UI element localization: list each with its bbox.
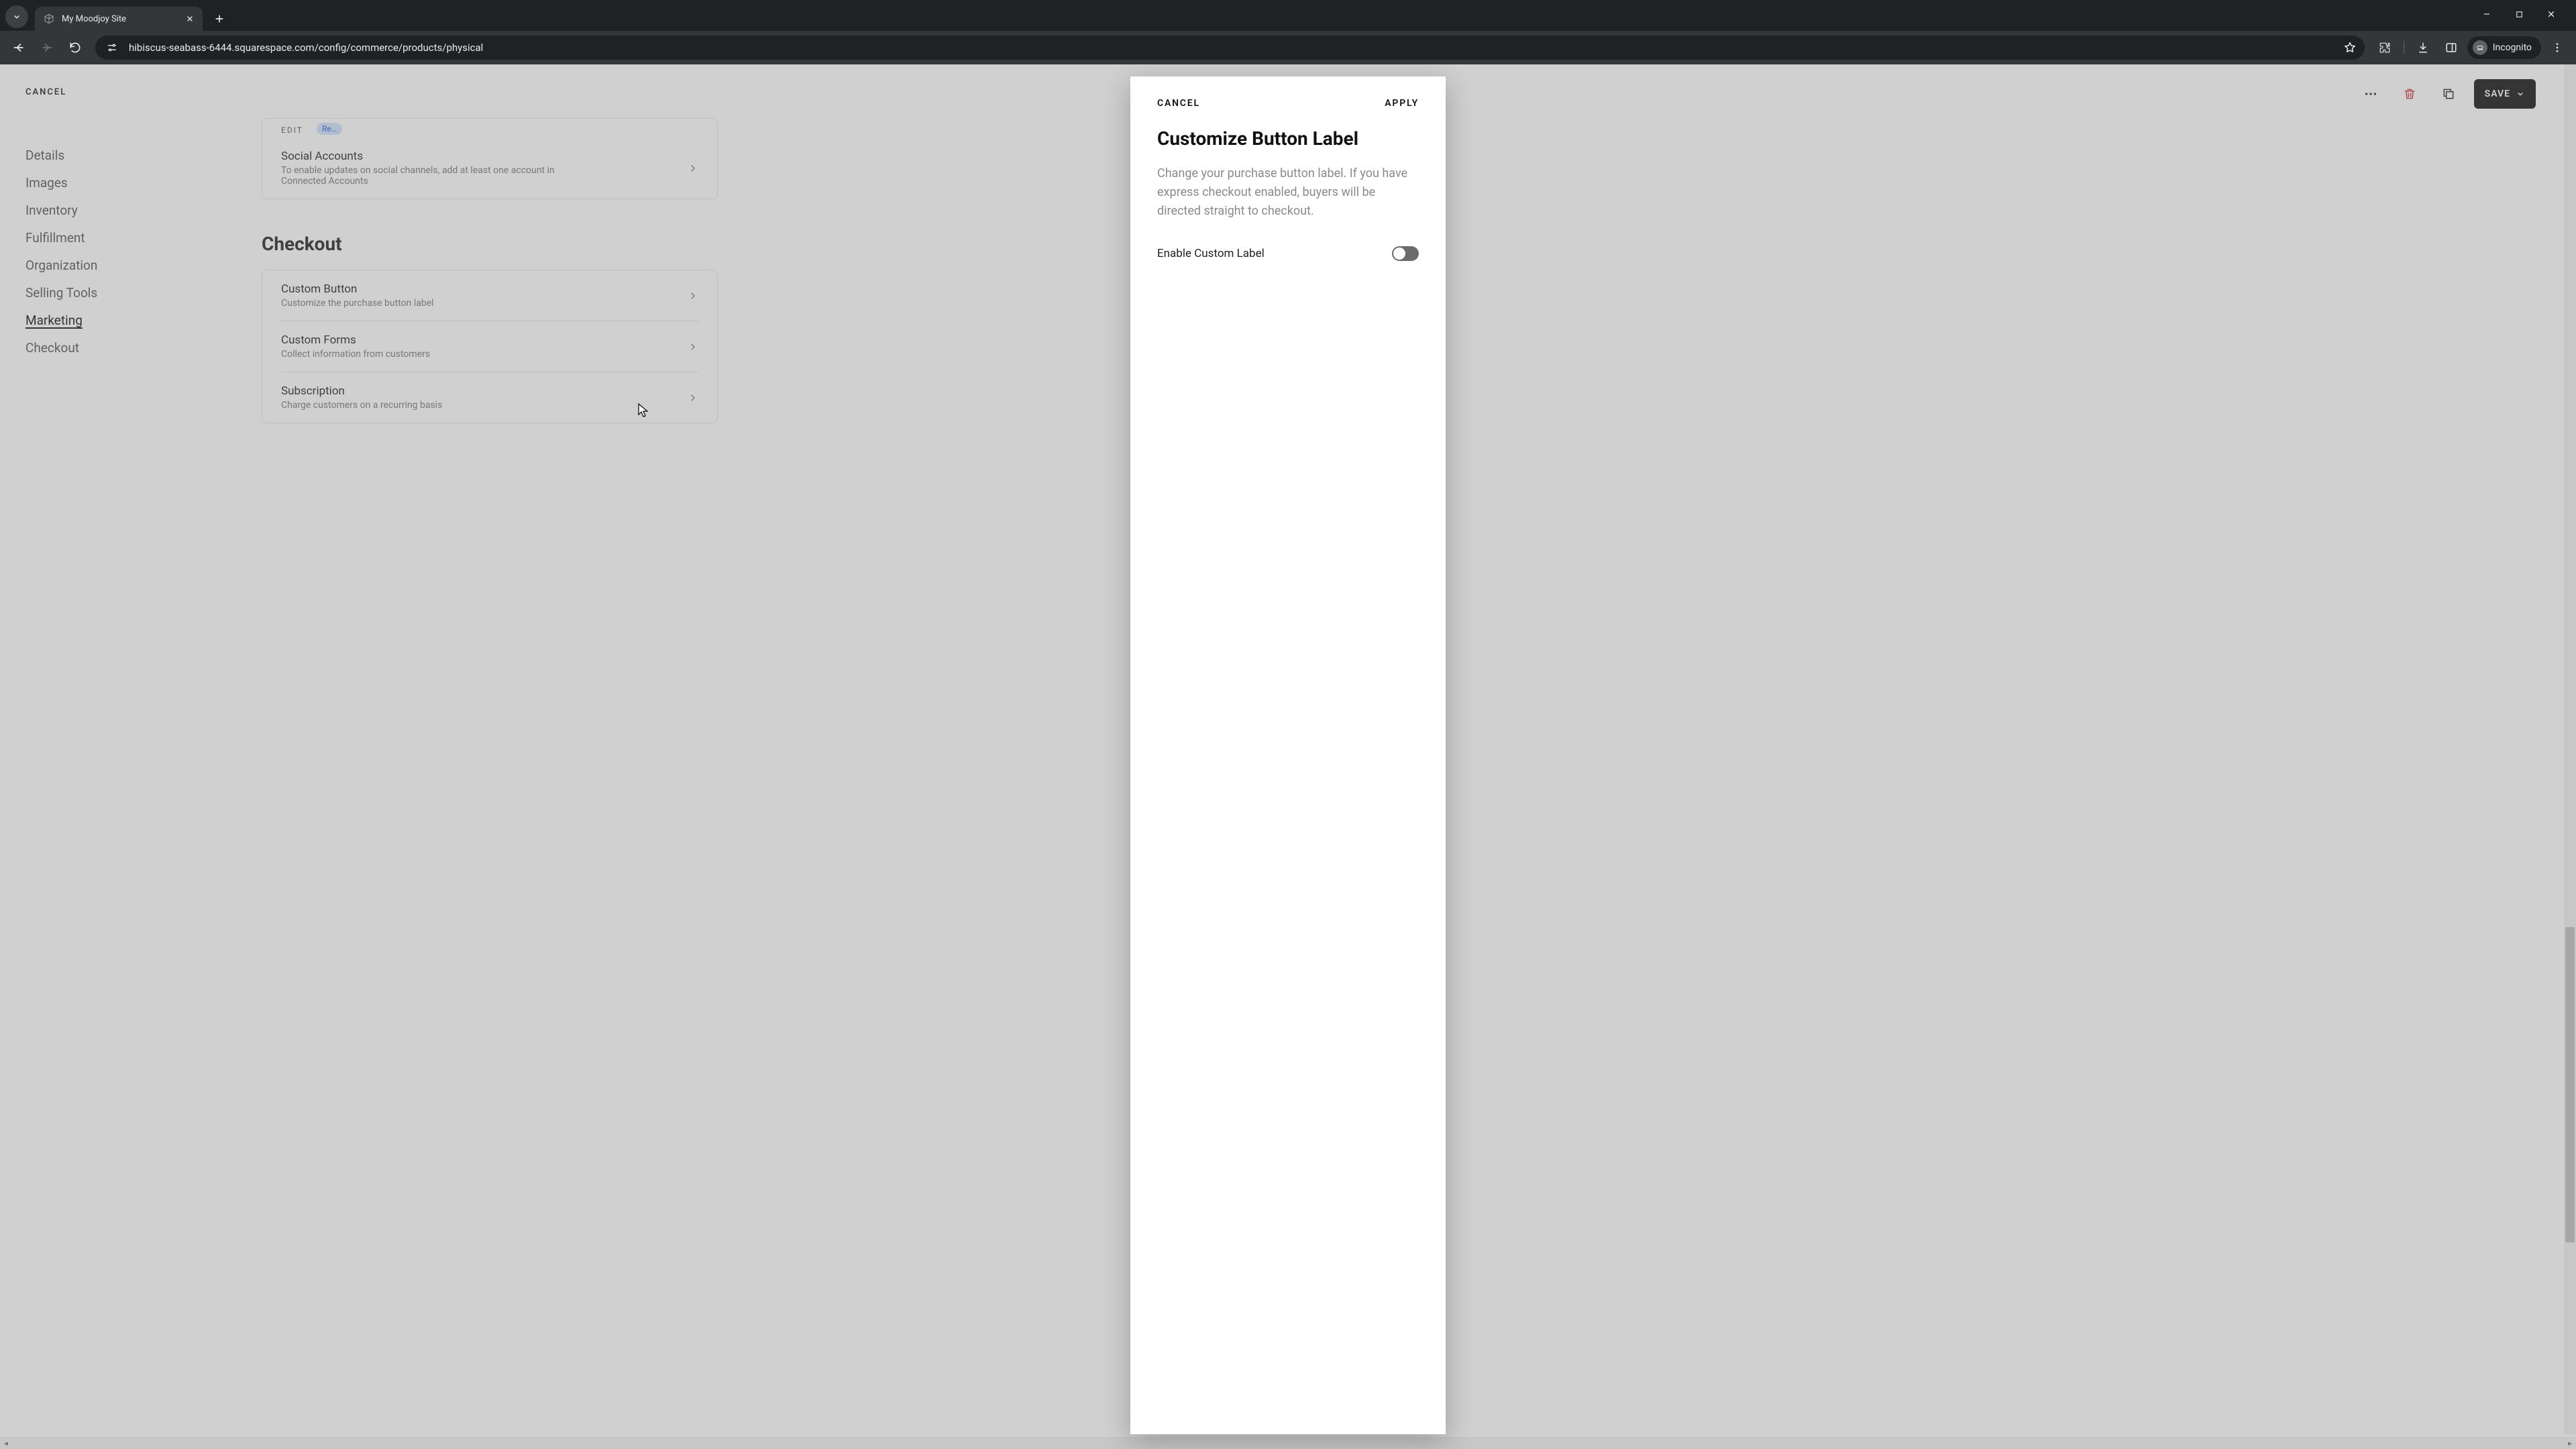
maximize-icon xyxy=(2515,10,2524,19)
chevron-right-icon xyxy=(688,163,698,174)
trash-icon xyxy=(2403,87,2416,101)
modal-apply-button[interactable]: APPLY xyxy=(1385,98,1419,109)
settings-row-custom-button[interactable]: Custom Button Customize the purchase butt… xyxy=(281,270,698,321)
row-subtitle: Charge customers on a recurring basis xyxy=(281,400,688,411)
plus-icon xyxy=(214,13,225,24)
row-title: Custom Forms xyxy=(281,333,688,347)
puzzle-icon xyxy=(2379,42,2391,54)
customize-button-label-modal: CANCEL APPLY Customize Button Label Chan… xyxy=(1130,76,1446,1434)
tab-close-button[interactable] xyxy=(184,13,196,25)
toggle-knob xyxy=(1393,248,1405,260)
download-icon xyxy=(2417,42,2429,54)
row-title: Custom Button xyxy=(281,282,688,296)
sidebar-item-selling-tools[interactable]: Selling Tools xyxy=(25,279,262,307)
extensions-button[interactable] xyxy=(2373,36,2397,60)
sidebar-item-inventory[interactable]: Inventory xyxy=(25,197,262,224)
incognito-indicator[interactable]: Incognito xyxy=(2467,36,2541,59)
horizontal-scrollbar[interactable]: ◂ ▸ xyxy=(0,1437,2576,1449)
window-close-button[interactable] xyxy=(2541,4,2561,24)
tab-search-dropdown[interactable] xyxy=(5,5,28,28)
ellipsis-icon xyxy=(2363,87,2378,101)
chevron-right-icon xyxy=(688,341,698,352)
url-text: hibiscus-seabass-6444.squarespace.com/co… xyxy=(129,42,2338,54)
duplicate-button[interactable] xyxy=(2435,80,2462,107)
sidebar-item-details[interactable]: Details xyxy=(25,142,262,169)
close-icon xyxy=(186,15,194,23)
sidebar-item-checkout[interactable]: Checkout xyxy=(25,334,262,362)
window-maximize-button[interactable] xyxy=(2509,4,2529,24)
address-bar[interactable]: hibiscus-seabass-6444.squarespace.com/co… xyxy=(95,36,2365,60)
modal-cancel-button[interactable]: CANCEL xyxy=(1157,98,1200,109)
vertical-scrollbar[interactable] xyxy=(2564,64,2576,1434)
browser-tab-title: My Moodjoy Site xyxy=(62,14,178,24)
side-panel-button[interactable] xyxy=(2439,36,2463,60)
site-info-button[interactable] xyxy=(103,39,121,56)
sidebar-item-fulfillment[interactable]: Fulfillment xyxy=(25,224,262,252)
delete-button[interactable] xyxy=(2396,80,2423,107)
edit-stub: EDIT xyxy=(281,125,303,135)
chevron-down-icon xyxy=(2516,89,2525,99)
save-button-label: SAVE xyxy=(2485,89,2510,99)
row-title: Subscription xyxy=(281,384,688,398)
nav-forward-button[interactable] xyxy=(35,36,59,60)
new-tab-button[interactable] xyxy=(209,9,229,29)
row-title: Social Accounts xyxy=(281,150,688,163)
incognito-label: Incognito xyxy=(2493,42,2532,53)
star-icon xyxy=(2343,41,2357,54)
close-icon xyxy=(2546,9,2556,19)
scrollbar-thumb[interactable] xyxy=(2565,927,2575,1242)
nav-reload-button[interactable] xyxy=(63,36,87,60)
row-subtitle: Customize the purchase button label xyxy=(281,298,688,309)
more-actions-button[interactable] xyxy=(2357,80,2384,107)
sidebar-item-marketing[interactable]: Marketing xyxy=(25,307,262,334)
cube-icon xyxy=(43,13,55,25)
arrow-left-icon xyxy=(12,41,25,54)
scroll-left-arrow[interactable]: ◂ xyxy=(2,1439,10,1448)
badge-stub: Re… xyxy=(317,123,342,135)
enable-custom-label-toggle[interactable] xyxy=(1392,246,1419,261)
sidebar-item-images[interactable]: Images xyxy=(25,169,262,197)
panel-icon xyxy=(2445,42,2457,54)
chevron-right-icon xyxy=(688,392,698,403)
minimize-icon xyxy=(2482,9,2491,19)
kebab-icon xyxy=(2551,42,2563,54)
browser-menu-button[interactable] xyxy=(2545,36,2569,60)
save-button[interactable]: SAVE xyxy=(2474,79,2536,109)
page-cancel-button[interactable]: CANCEL xyxy=(25,87,262,97)
incognito-icon xyxy=(2473,40,2487,55)
browser-tab-strip: My Moodjoy Site xyxy=(0,0,2576,31)
duplicate-icon xyxy=(2442,87,2455,101)
toggle-label: Enable Custom Label xyxy=(1157,247,1265,260)
modal-description: Change your purchase button label. If yo… xyxy=(1157,164,1419,221)
social-accounts-row[interactable]: Social Accounts To enable updates on soc… xyxy=(281,138,698,199)
window-minimize-button[interactable] xyxy=(2477,4,2497,24)
row-subtitle: Collect information from customers xyxy=(281,349,688,360)
downloads-button[interactable] xyxy=(2411,36,2435,60)
settings-row-subscription[interactable]: Subscription Charge customers on a recurr… xyxy=(281,372,698,423)
nav-back-button[interactable] xyxy=(7,36,31,60)
sidebar-item-organization[interactable]: Organization xyxy=(25,252,262,279)
modal-title: Customize Button Label xyxy=(1157,127,1419,150)
browser-tab[interactable]: My Moodjoy Site xyxy=(35,7,203,31)
reload-icon xyxy=(68,41,82,54)
tune-icon xyxy=(107,42,117,53)
arrow-right-icon xyxy=(40,41,54,54)
bookmark-button[interactable] xyxy=(2343,41,2357,54)
scroll-right-arrow[interactable]: ▸ xyxy=(2566,1439,2574,1448)
browser-toolbar: hibiscus-seabass-6444.squarespace.com/co… xyxy=(0,31,2576,64)
row-subtitle: To enable updates on social channels, ad… xyxy=(281,165,688,186)
settings-row-custom-forms[interactable]: Custom Forms Collect information from cus… xyxy=(281,321,698,372)
chevron-right-icon xyxy=(688,290,698,301)
chevron-down-icon xyxy=(12,12,21,21)
